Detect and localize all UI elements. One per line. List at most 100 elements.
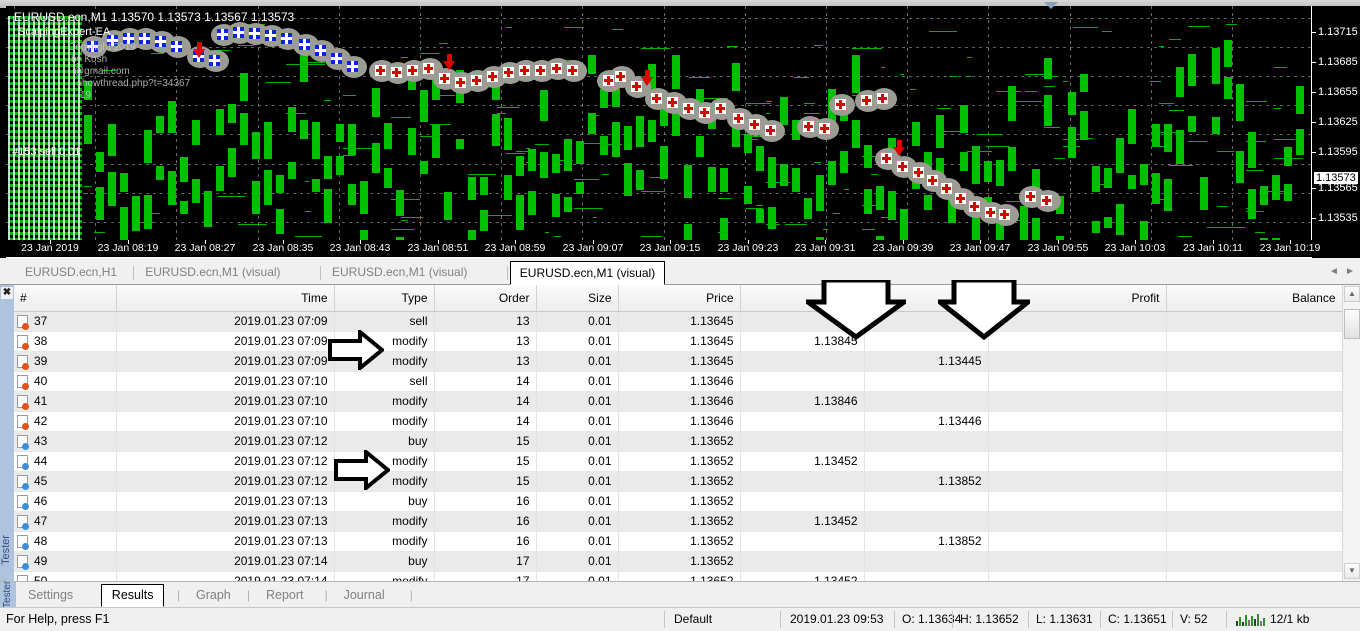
table-row[interactable]: 432019.01.23 07:12buy150.011.13652 [14, 431, 1342, 451]
scroll-down-button[interactable]: ▼ [1344, 563, 1360, 579]
cell-profit [988, 411, 1166, 431]
chart-bar [108, 172, 116, 206]
chart-tickline [593, 115, 599, 116]
table-row[interactable]: 382019.01.23 07:09modify130.011.136451.1… [14, 331, 1342, 351]
cell-tp [864, 451, 988, 471]
results-col-header-order[interactable]: Order [434, 285, 536, 311]
results-col-header-time[interactable]: Time [116, 285, 334, 311]
price-tick-label: 1.13715 [1318, 26, 1358, 38]
chart-tickline [1063, 139, 1079, 140]
cell-time: 2019.01.23 07:09 [116, 311, 334, 331]
results-vertical-scrollbar[interactable]: ▲ ▼ [1342, 285, 1360, 581]
chart-tickline [746, 208, 763, 209]
status-divider [780, 611, 781, 628]
results-col-header-size[interactable]: Size [536, 285, 618, 311]
sell-marker-icon [423, 63, 434, 74]
table-row[interactable]: 422019.01.23 07:10modify140.011.136461.1… [14, 411, 1342, 431]
chart-bar [468, 177, 476, 200]
chart-tickline [401, 57, 408, 58]
chart-bar [252, 181, 260, 214]
price-tick-dash [1312, 122, 1316, 123]
table-row[interactable]: 412019.01.23 07:10modify140.011.136461.1… [14, 391, 1342, 411]
table-row[interactable]: 402019.01.23 07:10sell140.011.13646 [14, 371, 1342, 391]
sell-marker-icon [651, 93, 662, 104]
results-body: 372019.01.23 07:09sell130.011.1364538201… [14, 311, 1342, 581]
chart-tickline [1015, 101, 1042, 102]
cell-size: 0.01 [536, 451, 618, 471]
table-row[interactable]: 492019.01.23 07:14buy170.011.13652 [14, 551, 1342, 571]
traffic-bar [1242, 622, 1244, 626]
table-row[interactable]: 442019.01.23 07:12modify150.011.136521.1… [14, 451, 1342, 471]
tester-tab-bar[interactable]: Tester SettingsResults|Graph|Report|Jour… [0, 581, 1360, 607]
table-row[interactable]: 452019.01.23 07:12modify150.011.136521.1… [14, 471, 1342, 491]
cell-order: 14 [434, 411, 536, 431]
tab-graph[interactable]: Graph [186, 585, 241, 606]
tab-journal[interactable]: Journal [334, 585, 395, 606]
chart-tab-3[interactable]: EURUSD.ecn,M1 (visual) [510, 261, 665, 285]
chart-area[interactable]: EURUSD.ecn,M1 1.13570 1.13573 1.13567 1.… [0, 0, 1360, 258]
chart-tab-1[interactable]: EURUSD.ecn,M1 (visual) [136, 262, 289, 284]
chart-tickline [151, 53, 164, 54]
table-row[interactable]: 502019.01.23 07:14modify170.011.136521.1… [14, 571, 1342, 581]
chart-tickline [343, 155, 355, 156]
chart-bar [744, 186, 752, 204]
chart-tickline [391, 199, 420, 200]
chart-price-scale[interactable]: 1.137151.136851.136551.136251.135951.135… [1312, 6, 1360, 258]
table-row[interactable]: 392019.01.23 07:09modify130.011.136451.1… [14, 351, 1342, 371]
chart-tickline [804, 113, 820, 114]
results-table-wrap[interactable]: #TimeTypeOrderSizePriceS / LT / PProfitB… [14, 285, 1342, 581]
chart-bar [1080, 111, 1088, 140]
chart-time-scale[interactable]: 23 Jan 201923 Jan 08:1923 Jan 08:2723 Ja… [6, 240, 1312, 257]
time-tick-label: 23 Jan 10:11 [1183, 242, 1243, 254]
cell-sl: 1.13452 [740, 511, 864, 531]
chart-tickline [238, 45, 254, 46]
close-icon[interactable]: ✖ [1, 287, 13, 299]
table-row[interactable]: 462019.01.23 07:13buy160.011.13652 [14, 491, 1342, 511]
chart-plot[interactable]: EURUSD.ecn,M1 1.13570 1.13573 1.13567 1.… [6, 6, 1312, 258]
tab-results[interactable]: Results [101, 584, 165, 607]
sell-marker-icon [487, 71, 498, 82]
sell-marker-icon [969, 201, 980, 212]
table-row[interactable]: 372019.01.23 07:09sell130.011.13645 [14, 311, 1342, 331]
cell-price: 1.13645 [618, 351, 740, 371]
chart-tabs-prev-button[interactable]: ◄ [1328, 266, 1340, 278]
buy-marker-icon [347, 61, 358, 72]
chart-bar [1008, 147, 1016, 171]
price-tick-dash [1312, 62, 1316, 63]
table-row[interactable]: 482019.01.23 07:13modify160.011.136521.1… [14, 531, 1342, 551]
chart-tickline [814, 45, 823, 46]
chart-tickline [430, 124, 451, 125]
results-col-header-balance[interactable]: Balance [1166, 285, 1342, 311]
status-profile[interactable]: Default [674, 612, 712, 626]
chart-gridline-v [582, 6, 583, 257]
sell-marker-icon [455, 77, 466, 88]
chart-bar [324, 156, 332, 179]
chart-tickline [401, 220, 408, 221]
chart-tickline [420, 53, 439, 54]
cell-price: 1.13646 [618, 371, 740, 391]
chart-bar [432, 124, 440, 158]
tab-settings[interactable]: Settings [18, 585, 83, 606]
buy-marker-icon [281, 33, 292, 44]
chart-tickline [1150, 81, 1161, 82]
chart-bar [564, 139, 572, 171]
results-col-header-price[interactable]: Price [618, 285, 740, 311]
scrollbar-thumb[interactable] [1344, 309, 1360, 339]
tester-panel-label[interactable]: Tester [0, 582, 16, 608]
chart-tickline [602, 174, 609, 175]
results-col-header-#[interactable]: # [14, 285, 116, 311]
chart-tab-2[interactable]: EURUSD.ecn,M1 (visual) [323, 262, 476, 284]
results-col-header-type[interactable]: Type [334, 285, 434, 311]
chart-bar [120, 207, 128, 242]
tab-report[interactable]: Report [256, 585, 314, 606]
chart-tab-bar[interactable]: EURUSD.ecn,H1 EURUSD.ecn,M1 (visual) EURUS… [0, 258, 1360, 285]
table-row[interactable]: 472019.01.23 07:13modify160.011.136521.1… [14, 511, 1342, 531]
price-tick-dash [1312, 188, 1316, 189]
chart-tabs-next-button[interactable]: ► [1344, 266, 1356, 278]
cell-size: 0.01 [536, 411, 618, 431]
cell-type: sell [334, 311, 434, 331]
chart-tickline [266, 82, 291, 83]
chart-tab-0[interactable]: EURUSD.ecn,H1 [16, 262, 126, 284]
scroll-up-button[interactable]: ▲ [1344, 286, 1360, 302]
chart-bar [720, 168, 728, 192]
